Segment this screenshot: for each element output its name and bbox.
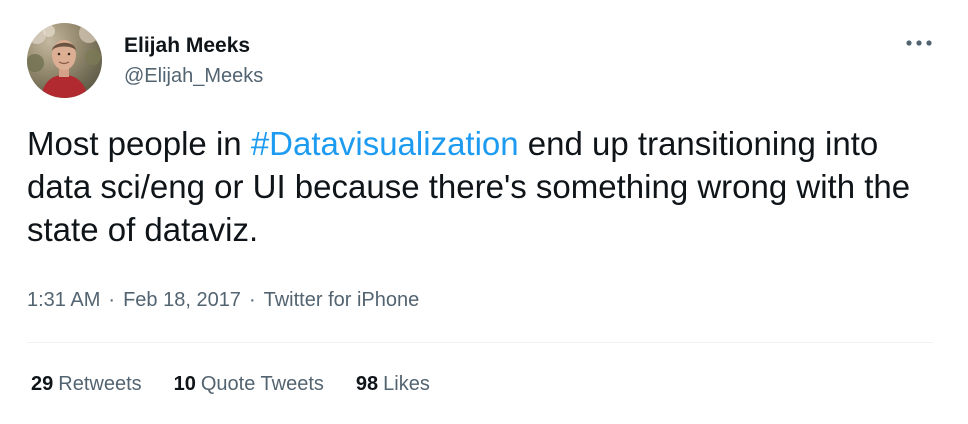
likes-label: Likes xyxy=(383,373,430,395)
tweet-card: Elijah Meeks @Elijah_Meeks Most people i… xyxy=(0,0,968,424)
quote-tweets-stat[interactable]: 10 Quote Tweets xyxy=(174,370,324,398)
divider xyxy=(27,342,933,343)
avatar-image xyxy=(27,23,101,98)
tweet-time[interactable]: 1:31 AM xyxy=(27,286,100,314)
retweets-count: 29 xyxy=(31,373,54,395)
user-info: Elijah Meeks @Elijah_Meeks xyxy=(124,33,263,89)
more-horizontal-icon xyxy=(906,40,932,46)
tweet-text: Most people in #Datavisualization end up… xyxy=(27,122,937,251)
tweet-header: Elijah Meeks @Elijah_Meeks xyxy=(27,23,263,98)
tweet-meta: 1:31 AM · Feb 18, 2017 · Twitter for iPh… xyxy=(27,286,419,314)
tweet-text-before: Most people in xyxy=(27,125,251,162)
hashtag-link[interactable]: #Datavisualization xyxy=(251,125,519,162)
quote-tweets-label: Quote Tweets xyxy=(200,373,324,395)
likes-stat[interactable]: 98 Likes xyxy=(356,370,430,398)
retweets-label: Retweets xyxy=(58,373,142,395)
retweets-stat[interactable]: 29 Retweets xyxy=(31,370,142,398)
quote-tweets-count: 10 xyxy=(173,373,196,395)
tweet-date[interactable]: Feb 18, 2017 xyxy=(123,286,241,314)
meta-separator: · xyxy=(248,289,256,311)
likes-count: 98 xyxy=(355,373,379,395)
user-handle[interactable]: @Elijah_Meeks xyxy=(124,63,263,89)
meta-separator: · xyxy=(108,289,116,311)
tweet-source[interactable]: Twitter for iPhone xyxy=(264,286,420,314)
more-options-button[interactable] xyxy=(904,34,934,52)
tweet-stats: 29 Retweets 10 Quote Tweets 98 Likes xyxy=(31,370,462,398)
display-name[interactable]: Elijah Meeks xyxy=(124,33,263,59)
avatar[interactable] xyxy=(27,23,102,98)
